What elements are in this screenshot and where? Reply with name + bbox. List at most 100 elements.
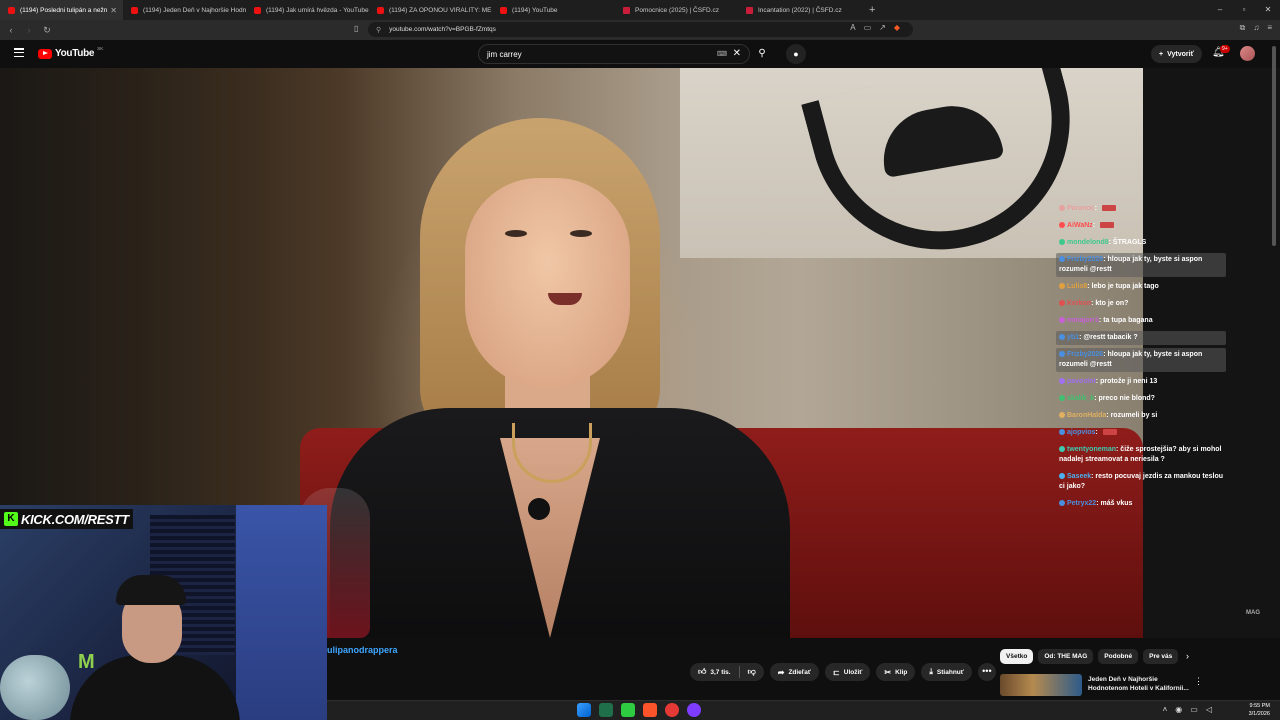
kick-logo-icon: K [4,512,18,526]
plus-icon: + [1159,50,1164,58]
back-arrow-icon[interactable]: ‹ [4,25,18,35]
system-clock[interactable]: 9:55 PM 3/1/2026 [1249,702,1270,718]
chat-badge-icon [1059,429,1065,435]
bookmark-icon[interactable]: ▯ [354,24,358,33]
reload-icon[interactable]: ↻ [40,25,54,36]
window-controls: – ▫ ✕ [1208,0,1280,20]
chevron-up-icon[interactable]: ˄ [1163,705,1168,714]
record-app-icon[interactable] [665,703,679,717]
share-label: Zdieľať [788,668,812,676]
avatar[interactable] [1240,46,1255,61]
maximize-button[interactable]: ▫ [1232,0,1256,20]
new-tab-button[interactable]: + [861,4,883,16]
cast-icon[interactable]: ▭ [864,23,872,32]
chat-badge-icon [1059,239,1065,245]
filter-chip[interactable]: Všetko [1000,649,1034,664]
youtube-header: YouTube SK jim carrey ⌨ ✕ ⚲ ● + Vytvoriť… [0,40,1280,68]
xbox-icon[interactable] [599,703,613,717]
save-button[interactable]: ⊏ Uložiť [825,663,871,681]
microphone-icon[interactable]: ● [786,44,806,64]
download-label: Stiahnuť [936,668,964,676]
windows-start-icon[interactable] [577,703,591,717]
browser-tab[interactable]: (1194) ZA OPONOU VIRALITY: MEU [369,0,492,20]
chat-username: pavoslot [1067,378,1096,385]
video-title-link[interactable]: ulipanodrappera [327,645,398,655]
chat-text: @restt tabacik ? [1083,334,1138,341]
media-icon[interactable]: ♫ [1253,23,1259,33]
stream-chat-overlay: Paranoc: AiWaNz: mondelond8: ŠTRAGLS Friz… [1056,202,1226,514]
filter-chip[interactable]: Od: THE MAG [1038,649,1094,664]
minimize-button[interactable]: – [1208,0,1232,20]
extension-toolbar: ⧉ ♫ ≡ [1240,23,1272,33]
more-actions-button[interactable]: ••• [977,663,996,681]
create-button[interactable]: + Vytvoriť [1151,45,1202,63]
brave-shield-icon[interactable]: ◆ [894,23,900,32]
clear-search-icon[interactable]: ✕ [733,48,741,59]
url-field[interactable]: ⚲ youtube.com/watch?v=BPGB-fZmtqs [368,22,913,37]
tab-label: Incantation (2022) | ČSFD.cz [758,6,842,14]
eye-right [570,230,592,237]
search-icon[interactable]: ⚲ [752,44,772,64]
network-icon[interactable]: ▭ [1190,705,1198,714]
browser-tab[interactable]: Pomocnice (2025) | ČSFD.cz [615,0,738,20]
browser-tab[interactable]: Incantation (2022) | ČSFD.cz [738,0,861,20]
download-icon: ⤓ [929,667,933,676]
bookmark-icon: ⊏ [833,667,840,677]
browser-tab[interactable]: (1194) Jak umírá hvězda - YouTube [246,0,369,20]
chat-message: mondelond8: ŠTRAGLS [1056,236,1226,250]
share-button[interactable]: ➦ Zdieľať [769,663,820,681]
clock-time: 9:55 PM [1249,703,1270,709]
recommended-video[interactable]: Jeden Deň v Najhoršie Hodnotenom Hoteli … [1000,674,1203,696]
chat-badge-icon [1059,351,1065,357]
youtube-logo[interactable]: YouTube SK [38,46,103,59]
chat-username: BaronHalda [1067,412,1107,419]
browser-tab[interactable]: (1194) Jeden Deň v Najhoršie Hodno [123,0,246,20]
menu-hamburger-icon[interactable] [14,48,24,57]
kebab-menu-icon[interactable]: ⋮ [1194,676,1203,687]
site-info-icon[interactable]: ⚲ [376,26,381,34]
location-icon[interactable]: ◉ [1175,705,1182,714]
page-scrollbar[interactable] [1272,46,1276,246]
download-button[interactable]: ⤓ Stiahnuť [921,663,972,681]
chat-text: máš vkus [1100,500,1133,507]
recommendation-chips: Všetko Od: THE MAG Podobné Pre vás [1000,649,1179,664]
translate-icon[interactable]: A [850,23,855,32]
chat-username: skalik_k [1067,395,1095,402]
filter-chip[interactable]: Pre vás [1143,649,1179,664]
chat-badge-icon [1059,446,1065,452]
address-bar: ‹ › ↻ ▯ ⚲ youtube.com/watch?v=BPGB-fZmtq… [0,20,1280,40]
recommended-title[interactable]: Jeden Deň v Najhoršie Hodnotenom Hoteli … [1088,675,1198,693]
video-thumbnail[interactable] [1000,674,1082,696]
youtube-favicon-icon [254,6,261,14]
browser-tab[interactable]: (1194) YouTube [492,0,615,20]
chat-text: kto je on? [1095,300,1129,307]
browser-tab[interactable]: (1194) Posledni tulipán a nežn ✕ [0,0,123,20]
close-tab-icon[interactable]: ✕ [110,6,117,15]
brave-browser-icon[interactable] [643,703,657,717]
clip-button[interactable]: ✂ Klip [876,663,916,681]
blue-wall [236,505,327,720]
chat-badge-icon [1059,395,1065,401]
mascot-figure [0,655,70,720]
chat-message: yb1: @restt tabacik ? [1056,331,1226,345]
chat-text: ta tupa bagana [1103,317,1153,324]
windows-taskbar: ˄ ◉ ▭ ◁ 9:55 PM 3/1/2026 [327,700,1280,720]
share-icon[interactable]: ↗ [879,23,886,32]
keyboard-icon[interactable]: ⌨ [717,50,727,58]
forward-arrow-icon[interactable]: › [22,25,36,35]
menu-icon[interactable]: ≡ [1267,23,1272,33]
chevron-right-icon[interactable]: › [1186,651,1189,661]
video-actions: 👍︎ 3,7 tis. 👎︎ ➦ Zdieľať ⊏ Uložiť ✂ Klip… [690,663,996,681]
dislike-button[interactable]: 👎︎ [740,663,764,681]
extensions-icon[interactable]: ⧉ [1240,23,1246,33]
chat-message: BaronHalda: rozumeli by si [1056,409,1226,423]
filter-chip[interactable]: Podobné [1098,649,1139,664]
volume-icon[interactable]: ◁ [1206,705,1212,714]
close-window-button[interactable]: ✕ [1256,0,1280,20]
kick-app-icon[interactable] [621,703,635,717]
like-button[interactable]: 👍︎ 3,7 tis. [690,663,739,681]
chat-message: AiWaNz: [1056,219,1226,233]
search-input[interactable]: jim carrey ⌨ ✕ [478,44,750,64]
chat-username: Paranoc [1067,205,1095,212]
obs-app-icon[interactable] [687,703,701,717]
